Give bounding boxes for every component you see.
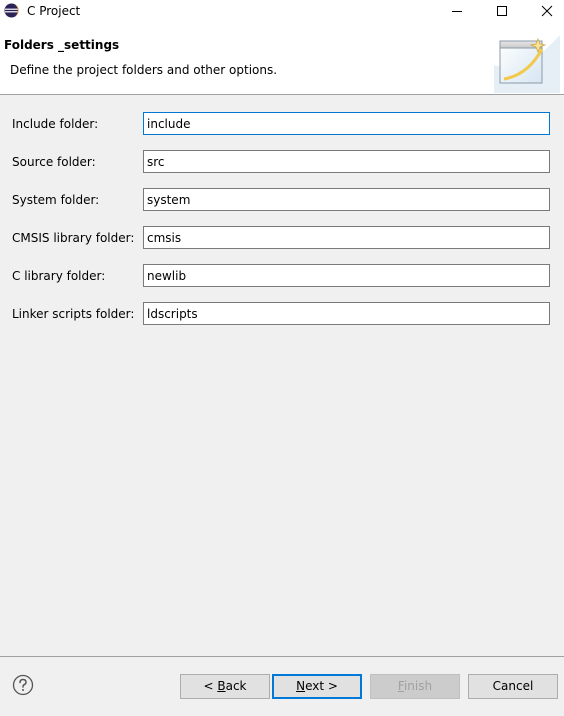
linker-scripts-folder-row: Linker scripts folder: (0, 302, 564, 326)
page-title: Folders _settings (4, 38, 120, 52)
finish-button[interactable]: Finish (370, 674, 460, 699)
back-button-prefix: < (203, 679, 218, 693)
window-title: C Project (27, 4, 81, 18)
c-library-folder-input[interactable] (143, 264, 550, 287)
source-folder-row: Source folder: (0, 150, 564, 174)
minimize-button[interactable] (434, 0, 480, 22)
close-icon (541, 5, 553, 17)
wizard-banner: Folders _settings Define the project fol… (0, 22, 564, 95)
maximize-icon (497, 6, 507, 16)
cmsis-folder-input[interactable] (143, 226, 550, 249)
next-button[interactable]: Next > (272, 674, 362, 699)
close-button[interactable] (524, 0, 564, 22)
next-button-rest: ext > (305, 679, 338, 693)
page-description: Define the project folders and other opt… (10, 63, 278, 77)
linker-scripts-folder-input[interactable] (143, 302, 550, 325)
include-folder-row: Include folder: (0, 112, 564, 136)
cmsis-folder-label: CMSIS library folder: (12, 231, 135, 245)
c-project-dialog: C Project Folders _settings Define the p… (0, 0, 564, 716)
back-button-rest: ack (225, 679, 247, 693)
system-folder-row: System folder: (0, 188, 564, 212)
back-button-mnemonic: B (217, 679, 226, 693)
wizard-banner-icon (494, 35, 560, 93)
c-library-folder-label: C library folder: (12, 269, 106, 283)
linker-scripts-folder-label: Linker scripts folder: (12, 307, 135, 321)
finish-button-rest: inish (403, 679, 433, 693)
system-folder-input[interactable] (143, 188, 550, 211)
footer-separator (0, 656, 564, 657)
source-folder-label: Source folder: (12, 155, 96, 169)
back-button[interactable]: < Back (180, 674, 270, 699)
system-folder-label: System folder: (12, 193, 100, 207)
title-bar: C Project (0, 0, 564, 22)
eclipse-icon (4, 3, 19, 18)
include-folder-label: Include folder: (12, 117, 99, 131)
c-library-folder-row: C library folder: (0, 264, 564, 288)
maximize-button[interactable] (479, 0, 525, 22)
cmsis-folder-row: CMSIS library folder: (0, 226, 564, 250)
next-button-mnemonic: N (296, 679, 306, 693)
minimize-icon (452, 11, 462, 12)
cancel-button[interactable]: Cancel (468, 674, 558, 699)
include-folder-input[interactable] (143, 112, 550, 135)
source-folder-input[interactable] (143, 150, 550, 173)
help-icon[interactable] (12, 674, 34, 696)
